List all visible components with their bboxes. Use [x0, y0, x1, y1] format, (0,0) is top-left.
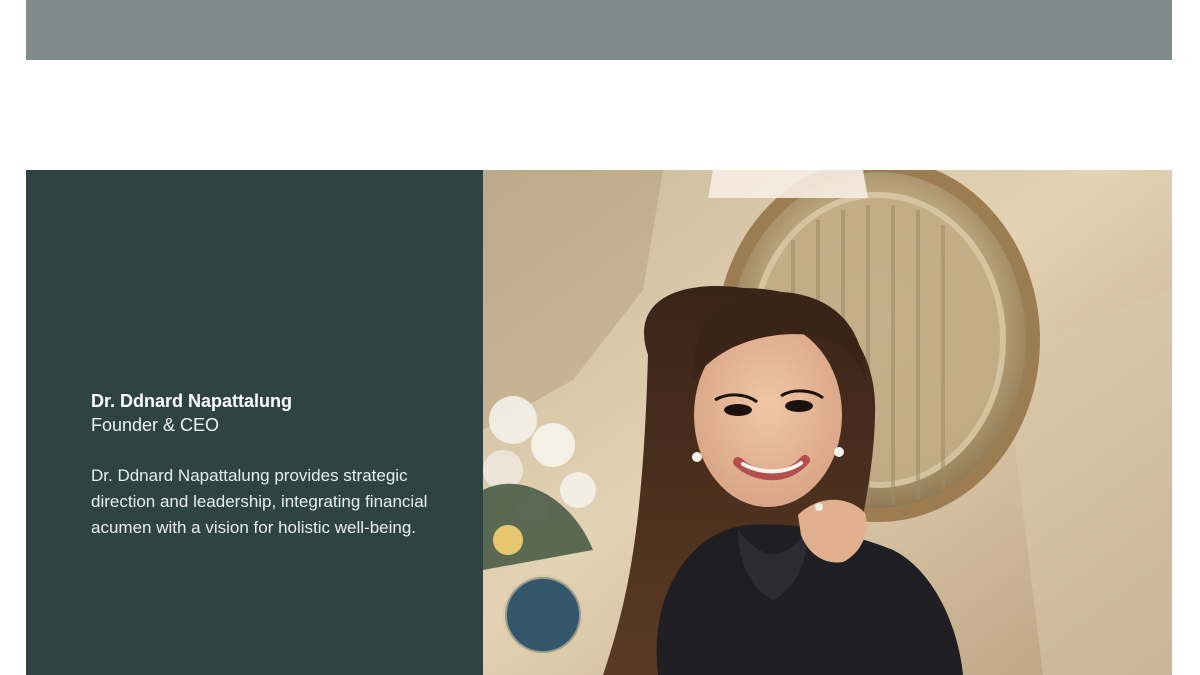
profile-info-content: Dr. Ddnard Napattalung Founder & CEO Dr.…	[91, 389, 431, 541]
profile-photo	[483, 170, 1172, 675]
profile-name: Dr. Ddnard Napattalung	[91, 391, 293, 411]
profile-bio: Dr. Ddnard Napattalung provides strategi…	[91, 466, 428, 537]
profile-role: Founder & CEO	[91, 415, 220, 435]
portrait-image	[483, 170, 1172, 675]
top-banner	[26, 0, 1172, 60]
profile-info-panel: Dr. Ddnard Napattalung Founder & CEO Dr.…	[26, 170, 483, 675]
profile-section: Dr. Ddnard Napattalung Founder & CEO Dr.…	[26, 170, 1172, 675]
